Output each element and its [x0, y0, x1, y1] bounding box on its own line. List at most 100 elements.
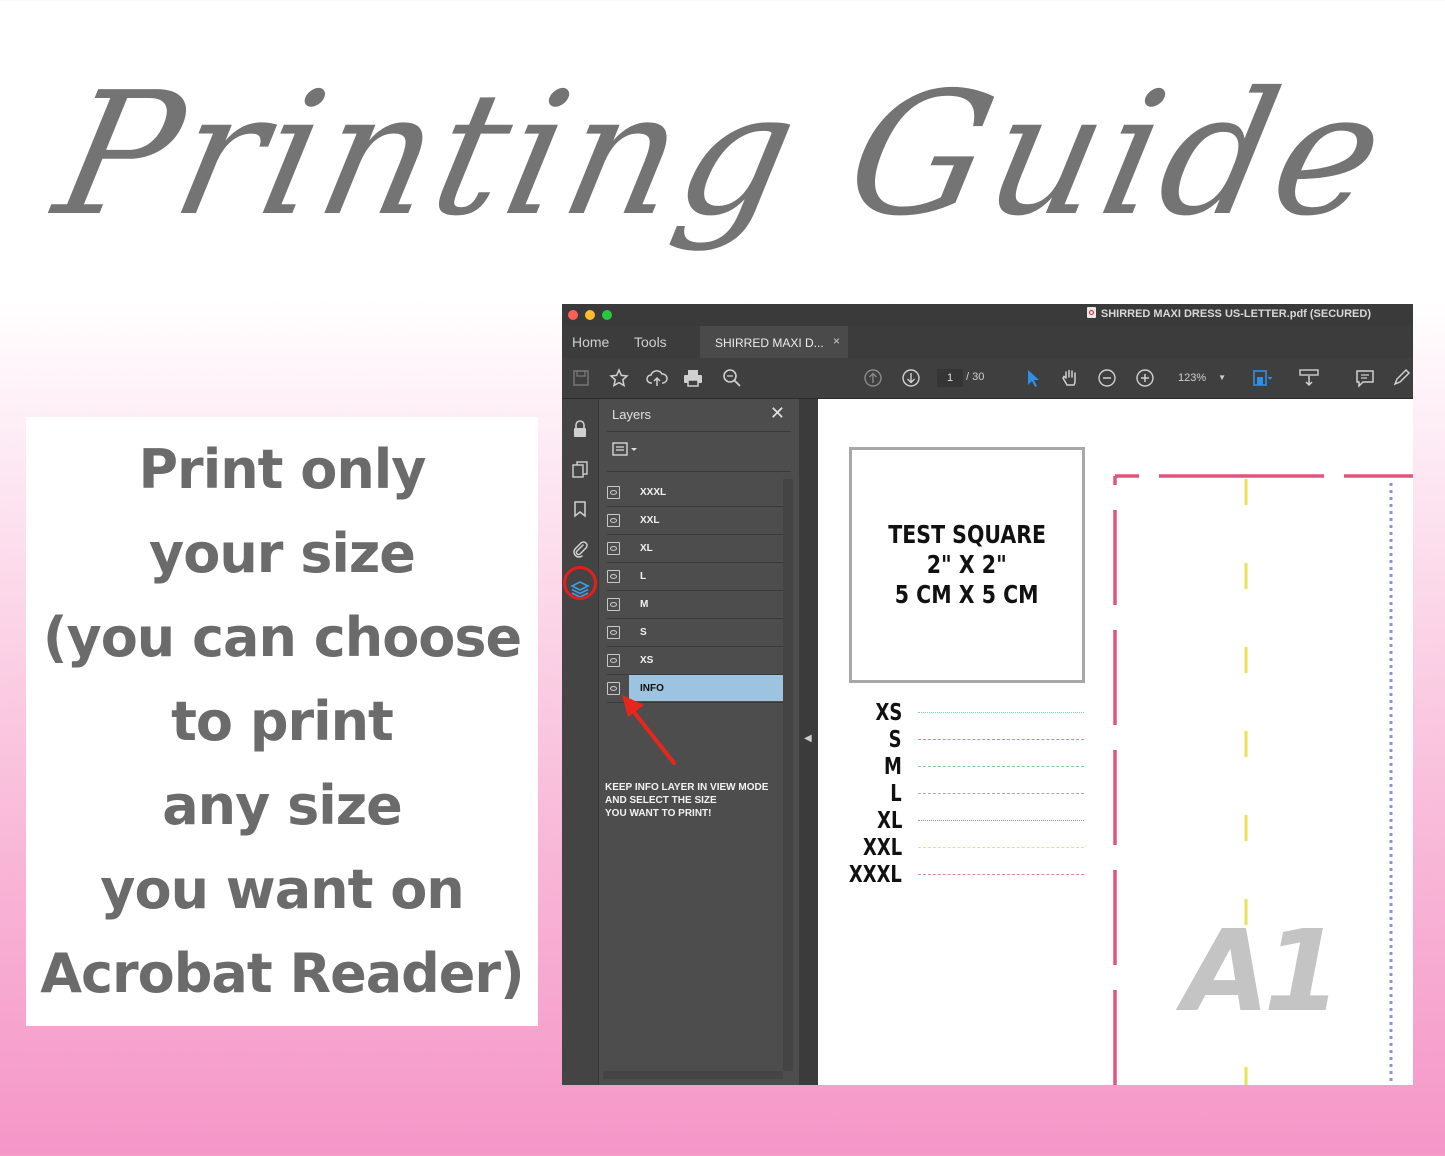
page-total: / 30: [966, 371, 985, 383]
pdf-file-icon: [1086, 307, 1096, 318]
page-title: Printing Guide: [41, 56, 1404, 254]
instruction-line: any size: [162, 773, 403, 837]
arrow-down-circle-icon: [902, 369, 920, 387]
pattern-piece-label: A1: [1183, 907, 1342, 1037]
panel-divider: [607, 431, 791, 432]
pen-icon: [1393, 368, 1411, 386]
eye-icon[interactable]: [607, 542, 620, 555]
printer-icon: [684, 370, 702, 387]
pages-icon: [572, 461, 588, 478]
page-thumbnails-button[interactable]: [570, 459, 590, 479]
acrobat-window: SHIRRED MAXI DRESS US-LETTER.pdf (SECURE…: [562, 304, 1413, 1085]
note-line: YOU WANT TO PRINT!: [605, 808, 712, 819]
eye-icon[interactable]: [607, 598, 620, 611]
instruction-line: Acrobat Reader): [40, 941, 524, 1005]
layer-row-xxl[interactable]: XXL: [607, 507, 783, 535]
paperclip-icon: [573, 541, 588, 558]
fit-page-icon: [1253, 370, 1273, 386]
layer-name: XL: [640, 543, 653, 554]
star-icon: [609, 368, 629, 387]
save-button[interactable]: [570, 367, 592, 389]
bookmarks-button[interactable]: [570, 499, 590, 519]
hand-tool-button[interactable]: [1059, 367, 1081, 389]
note-line: AND SELECT THE SIZE: [605, 795, 717, 806]
comment-button[interactable]: [1354, 367, 1376, 389]
window-title: SHIRRED MAXI DRESS US-LETTER.pdf (SECURE…: [1086, 307, 1371, 320]
page-fit-button[interactable]: [1252, 367, 1274, 389]
minimize-window-button[interactable]: [585, 310, 595, 320]
lock-icon: [574, 420, 586, 437]
tab-tools[interactable]: Tools: [634, 334, 667, 350]
instruction-line: Print only: [138, 437, 426, 501]
instruction-line: your size: [149, 521, 416, 585]
previous-page-button[interactable]: [862, 367, 884, 389]
print-button[interactable]: [682, 367, 704, 389]
tab-home[interactable]: Home: [572, 334, 609, 350]
page-number-input[interactable]: 1: [937, 369, 963, 387]
scroll-mode-icon: [1299, 369, 1319, 387]
scroll-mode-button[interactable]: [1298, 367, 1320, 389]
layers-highlight-circle: [563, 566, 597, 600]
bookmark-icon: [574, 501, 586, 518]
instruction-line: you want on: [100, 857, 464, 921]
instruction-line: (you can choose: [42, 605, 522, 669]
attachments-button[interactable]: [570, 539, 590, 559]
layer-name: M: [640, 599, 649, 610]
close-tab-icon[interactable]: ×: [833, 334, 840, 348]
cloud-upload-icon: [646, 370, 668, 386]
list-options-icon: [612, 442, 637, 456]
instructions-box: Print only your size (you can choose to …: [26, 417, 538, 1026]
window-title-text: SHIRRED MAXI DRESS US-LETTER.pdf (SECURE…: [1100, 308, 1371, 320]
eye-icon[interactable]: [607, 570, 620, 583]
zoom-in-button[interactable]: [1134, 367, 1156, 389]
search-button[interactable]: [721, 367, 743, 389]
arrow-up-circle-icon: [864, 369, 882, 387]
next-page-button[interactable]: [900, 367, 922, 389]
save-icon: [573, 370, 589, 386]
zoom-window-button[interactable]: [602, 310, 612, 320]
chevron-down-icon: ▼: [1218, 373, 1226, 382]
layer-options-button[interactable]: [612, 441, 644, 459]
eye-icon[interactable]: [607, 654, 620, 667]
close-window-button[interactable]: [568, 310, 578, 320]
hand-icon: [1062, 369, 1076, 386]
panel-collapse-handle[interactable]: ◀: [799, 399, 818, 1085]
layer-instruction-note: KEEP INFO LAYER IN VIEW MODE AND SELECT …: [605, 781, 768, 820]
layer-row-s[interactable]: S: [607, 619, 783, 647]
layer-row-m[interactable]: M: [607, 591, 783, 619]
search-zoom-icon: [723, 369, 741, 387]
comment-icon: [1356, 370, 1374, 388]
layer-row-xxxl[interactable]: XXXL: [607, 479, 783, 507]
panel-horizontal-scrollbar[interactable]: [603, 1071, 783, 1079]
tab-bar: Home Tools: [562, 326, 1413, 358]
zoom-level-select[interactable]: 123% ▼: [1170, 369, 1230, 387]
select-tool-button[interactable]: [1022, 367, 1044, 389]
panel-divider: [607, 471, 791, 472]
document-page: TEST SQUARE 2" X 2" 5 CM X 5 CM XS S M L: [818, 399, 1413, 1085]
chevron-left-icon: ◀: [804, 733, 812, 744]
bookmark-star-button[interactable]: [608, 367, 630, 389]
eye-icon[interactable]: [607, 514, 620, 527]
minus-circle-icon: [1098, 369, 1116, 387]
layer-name: XS: [640, 655, 654, 666]
layer-row-l[interactable]: L: [607, 563, 783, 591]
tab-document[interactable]: SHIRRED MAXI D... ×: [700, 326, 848, 358]
instruction-line: to print: [171, 689, 394, 753]
eye-icon[interactable]: [607, 486, 620, 499]
layers-panel: Layers ✕ XXXL XXL XL L M S XS INFO KEEP …: [599, 399, 799, 1085]
security-button[interactable]: [570, 419, 590, 439]
layer-name: XXL: [640, 515, 660, 526]
upload-button[interactable]: [646, 367, 668, 389]
layers-panel-title: Layers: [612, 407, 652, 422]
zoom-level-value: 123%: [1178, 372, 1207, 384]
panel-vertical-scrollbar[interactable]: [783, 479, 793, 1071]
eye-icon[interactable]: [607, 626, 620, 639]
tab-document-label: SHIRRED MAXI D...: [715, 336, 824, 350]
highlight-button[interactable]: [1390, 367, 1412, 389]
zoom-out-button[interactable]: [1096, 367, 1118, 389]
layer-row-xs[interactable]: XS: [607, 647, 783, 675]
layer-row-xl[interactable]: XL: [607, 535, 783, 563]
plus-circle-icon: [1136, 369, 1154, 387]
note-line: KEEP INFO LAYER IN VIEW MODE: [605, 782, 769, 793]
close-panel-icon[interactable]: ✕: [770, 403, 785, 424]
